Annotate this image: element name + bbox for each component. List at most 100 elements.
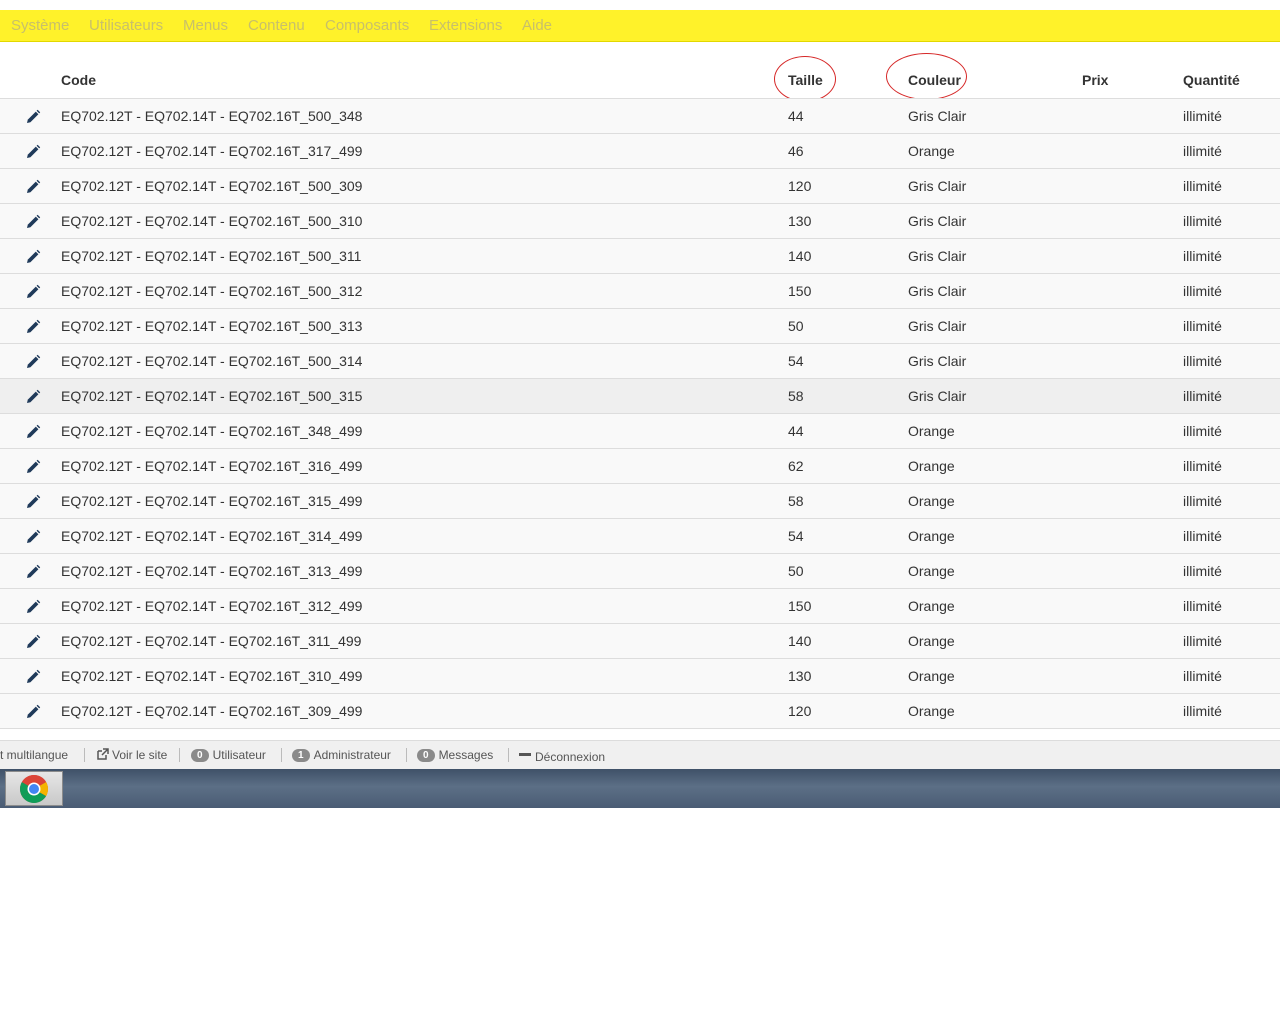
cell-code: EQ702.12T - EQ702.14T - EQ702.16T_315_49… [61,493,363,509]
pencil-icon [27,319,41,333]
cell-quantite: illimité [1183,143,1222,159]
status-separator [406,748,407,762]
logout-label: Déconnexion [535,750,606,764]
table-row: EQ702.12T - EQ702.14T - EQ702.16T_500_31… [0,204,1280,239]
edit-button[interactable] [25,529,41,545]
cell-taille: 150 [788,283,812,299]
menu-contenu[interactable]: Contenu [248,17,305,34]
cell-couleur: Orange [908,528,955,544]
view-site-link[interactable]: Voir le site [97,748,167,762]
table-row: EQ702.12T - EQ702.14T - EQ702.16T_500_31… [0,379,1280,414]
cell-code: EQ702.12T - EQ702.14T - EQ702.16T_314_49… [61,528,363,544]
edit-button[interactable] [25,389,41,405]
cell-couleur: Gris Clair [908,108,967,124]
cell-code: EQ702.12T - EQ702.14T - EQ702.16T_310_49… [61,668,363,684]
menu-aide[interactable]: Aide [522,17,552,34]
users-count-badge: 0 [191,749,209,762]
cell-code: EQ702.12T - EQ702.14T - EQ702.16T_500_31… [61,213,363,229]
users-label: Utilisateur [212,748,266,762]
column-header-taille[interactable]: Taille [788,72,823,88]
pencil-icon [27,599,41,613]
cell-taille: 44 [788,108,804,124]
cell-code: EQ702.12T - EQ702.14T - EQ702.16T_500_31… [61,283,363,299]
edit-button[interactable] [25,249,41,265]
edit-button[interactable] [25,599,41,615]
edit-button[interactable] [25,284,41,300]
cell-couleur: Orange [908,143,955,159]
cell-taille: 130 [788,213,812,229]
edit-button[interactable] [25,179,41,195]
column-header-prix[interactable]: Prix [1082,72,1108,88]
cell-code: EQ702.12T - EQ702.14T - EQ702.16T_313_49… [61,563,363,579]
edit-button[interactable] [25,144,41,160]
cell-code: EQ702.12T - EQ702.14T - EQ702.16T_317_49… [61,143,363,159]
cell-quantite: illimité [1183,458,1222,474]
cell-quantite: illimité [1183,563,1222,579]
cell-taille: 54 [788,528,804,544]
cell-couleur: Orange [908,703,955,719]
cell-quantite: illimité [1183,703,1222,719]
cell-quantite: illimité [1183,633,1222,649]
admins-online[interactable]: 1 Administrateur [292,748,391,762]
cell-code: EQ702.12T - EQ702.14T - EQ702.16T_312_49… [61,598,363,614]
edit-button[interactable] [25,109,41,125]
menu-utilisateurs[interactable]: Utilisateurs [89,17,163,34]
pencil-icon [27,179,41,193]
cell-couleur: Gris Clair [908,213,967,229]
edit-button[interactable] [25,424,41,440]
cell-quantite: illimité [1183,528,1222,544]
edit-button[interactable] [25,634,41,650]
admins-count-badge: 1 [292,749,310,762]
table-row: EQ702.12T - EQ702.14T - EQ702.16T_500_34… [0,99,1280,134]
table-row: EQ702.12T - EQ702.14T - EQ702.16T_500_31… [0,239,1280,274]
edit-button[interactable] [25,354,41,370]
table-row: EQ702.12T - EQ702.14T - EQ702.16T_311_49… [0,624,1280,659]
menu-composants[interactable]: Composants [325,17,409,34]
pencil-icon [27,669,41,683]
cell-code: EQ702.12T - EQ702.14T - EQ702.16T_500_34… [61,108,363,124]
column-header-quantite[interactable]: Quantité [1183,72,1240,88]
cell-taille: 50 [788,318,804,334]
cell-couleur: Orange [908,633,955,649]
table-row: EQ702.12T - EQ702.14T - EQ702.16T_314_49… [0,519,1280,554]
status-separator [179,748,180,762]
os-taskbar [0,769,1280,808]
table-row: EQ702.12T - EQ702.14T - EQ702.16T_500_31… [0,344,1280,379]
menu-extensions[interactable]: Extensions [429,17,502,34]
messages-status[interactable]: 0 Messages [417,748,493,762]
column-header-couleur[interactable]: Couleur [908,72,961,88]
menu-menus[interactable]: Menus [183,17,228,34]
column-header-code[interactable]: Code [61,72,96,88]
cell-taille: 120 [788,178,812,194]
status-separator [508,748,509,762]
edit-button[interactable] [25,669,41,685]
edit-button[interactable] [25,564,41,580]
menu-systeme[interactable]: Système [11,17,69,34]
table-row: EQ702.12T - EQ702.14T - EQ702.16T_310_49… [0,659,1280,694]
cell-quantite: illimité [1183,178,1222,194]
external-link-icon [97,748,109,760]
edit-button[interactable] [25,214,41,230]
users-online[interactable]: 0 Utilisateur [191,748,266,762]
cell-taille: 140 [788,633,812,649]
cell-couleur: Gris Clair [908,353,967,369]
cell-quantite: illimité [1183,598,1222,614]
cell-couleur: Orange [908,598,955,614]
cell-couleur: Orange [908,563,955,579]
cell-taille: 54 [788,353,804,369]
cell-code: EQ702.12T - EQ702.14T - EQ702.16T_309_49… [61,703,363,719]
cell-couleur: Orange [908,423,955,439]
multilang-status[interactable]: t multilangue [0,748,68,762]
edit-button[interactable] [25,494,41,510]
pencil-icon [27,424,41,438]
cell-couleur: Orange [908,668,955,684]
logout-link[interactable]: Déconnexion [519,748,605,764]
taskbar-chrome-button[interactable] [5,771,63,806]
pencil-icon [27,389,41,403]
status-bar: t multilangue Voir le site 0 Utilisateur … [0,740,1280,769]
cell-couleur: Orange [908,493,955,509]
edit-button[interactable] [25,459,41,475]
edit-button[interactable] [25,704,41,720]
edit-button[interactable] [25,319,41,335]
cell-code: EQ702.12T - EQ702.14T - EQ702.16T_500_31… [61,353,363,369]
